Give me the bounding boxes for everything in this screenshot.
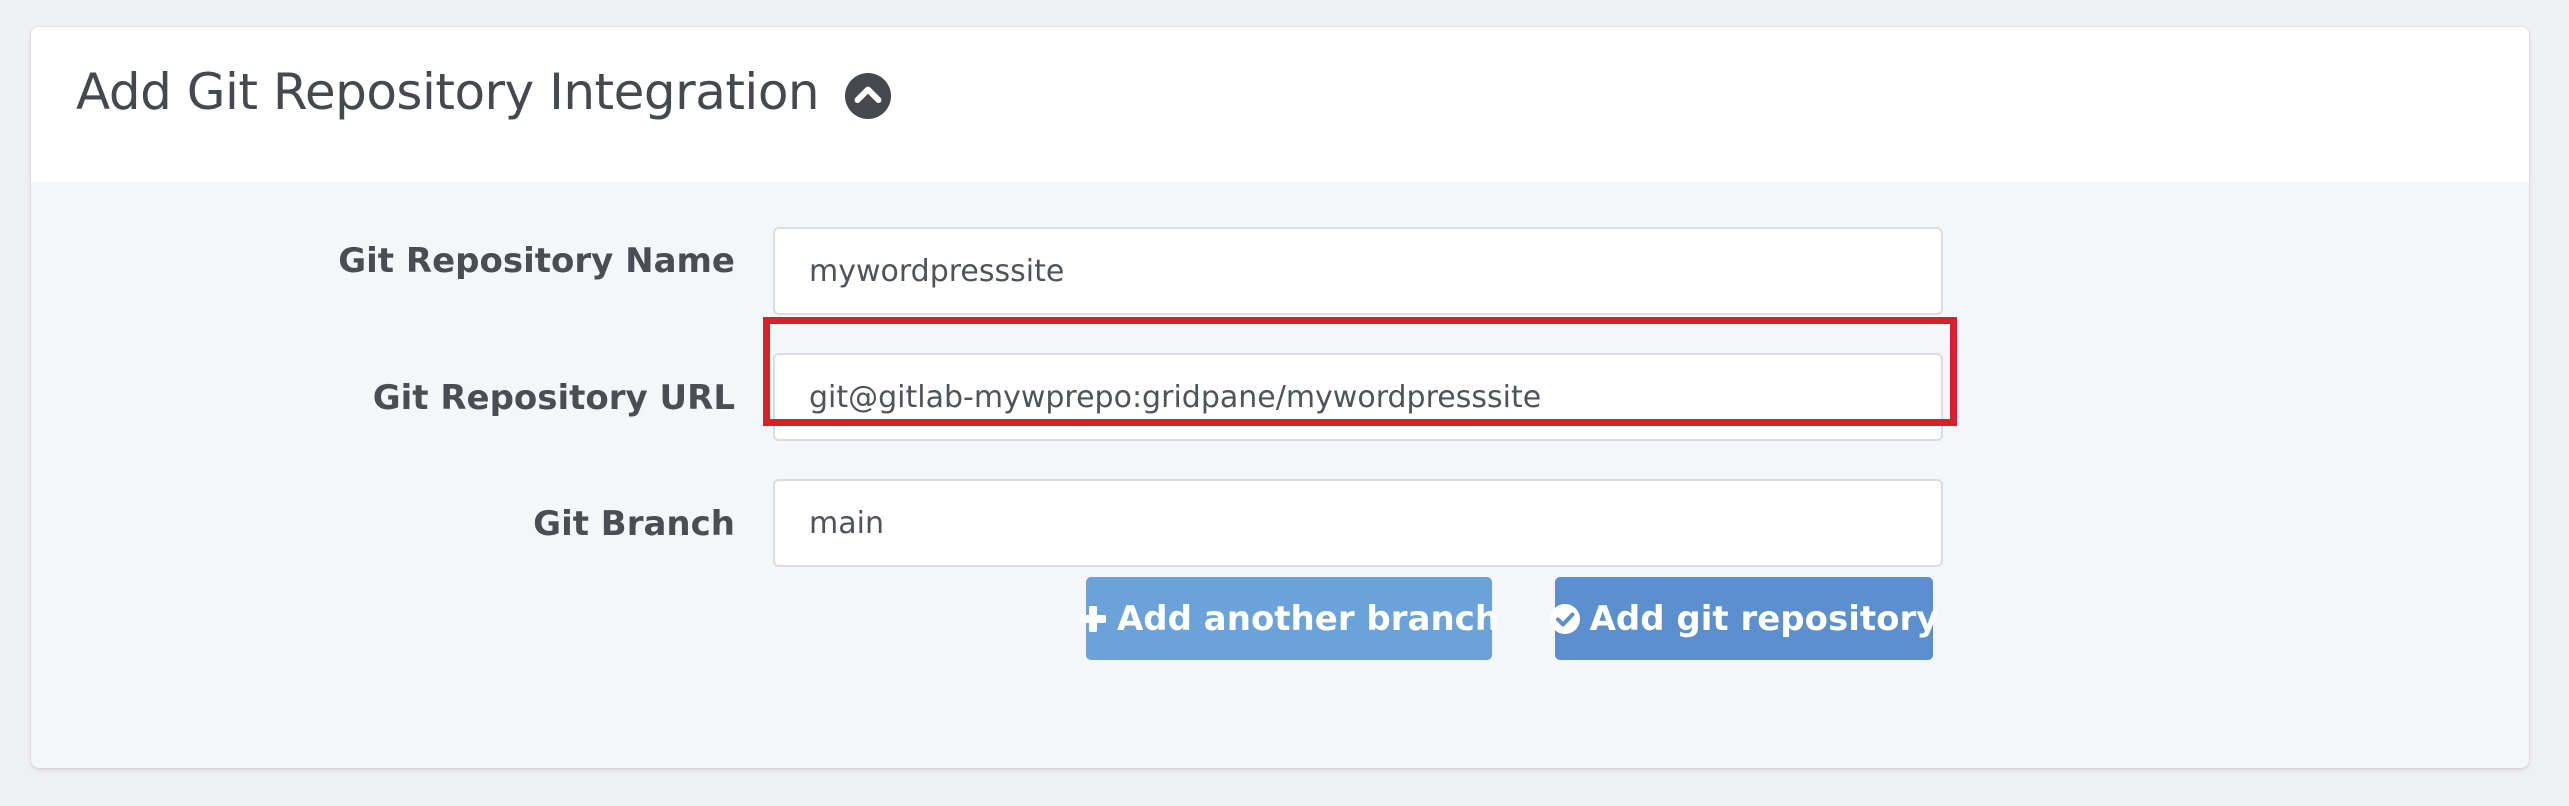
check-circle-icon bbox=[1549, 603, 1580, 634]
add-branch-label: Add another branch bbox=[1116, 598, 1500, 639]
repo-url-input[interactable] bbox=[773, 353, 1943, 441]
page-title: Add Git Repository Integration bbox=[76, 63, 820, 121]
branch-input[interactable] bbox=[773, 479, 1943, 567]
chevron-circle-up-icon[interactable] bbox=[845, 73, 891, 119]
repo-url-label: Git Repository URL bbox=[372, 378, 735, 418]
plus-icon bbox=[1079, 605, 1107, 633]
add-repository-button[interactable]: Add git repository bbox=[1549, 577, 1938, 660]
card-header: Add Git Repository Integration bbox=[31, 27, 2529, 182]
branch-label: Git Branch bbox=[533, 504, 735, 544]
repo-name-input[interactable] bbox=[773, 227, 1943, 315]
add-repository-label: Add git repository bbox=[1589, 598, 1939, 639]
add-branch-button[interactable]: Add another branch bbox=[1079, 577, 1499, 660]
repo-name-label: Git Repository Name bbox=[338, 241, 735, 281]
